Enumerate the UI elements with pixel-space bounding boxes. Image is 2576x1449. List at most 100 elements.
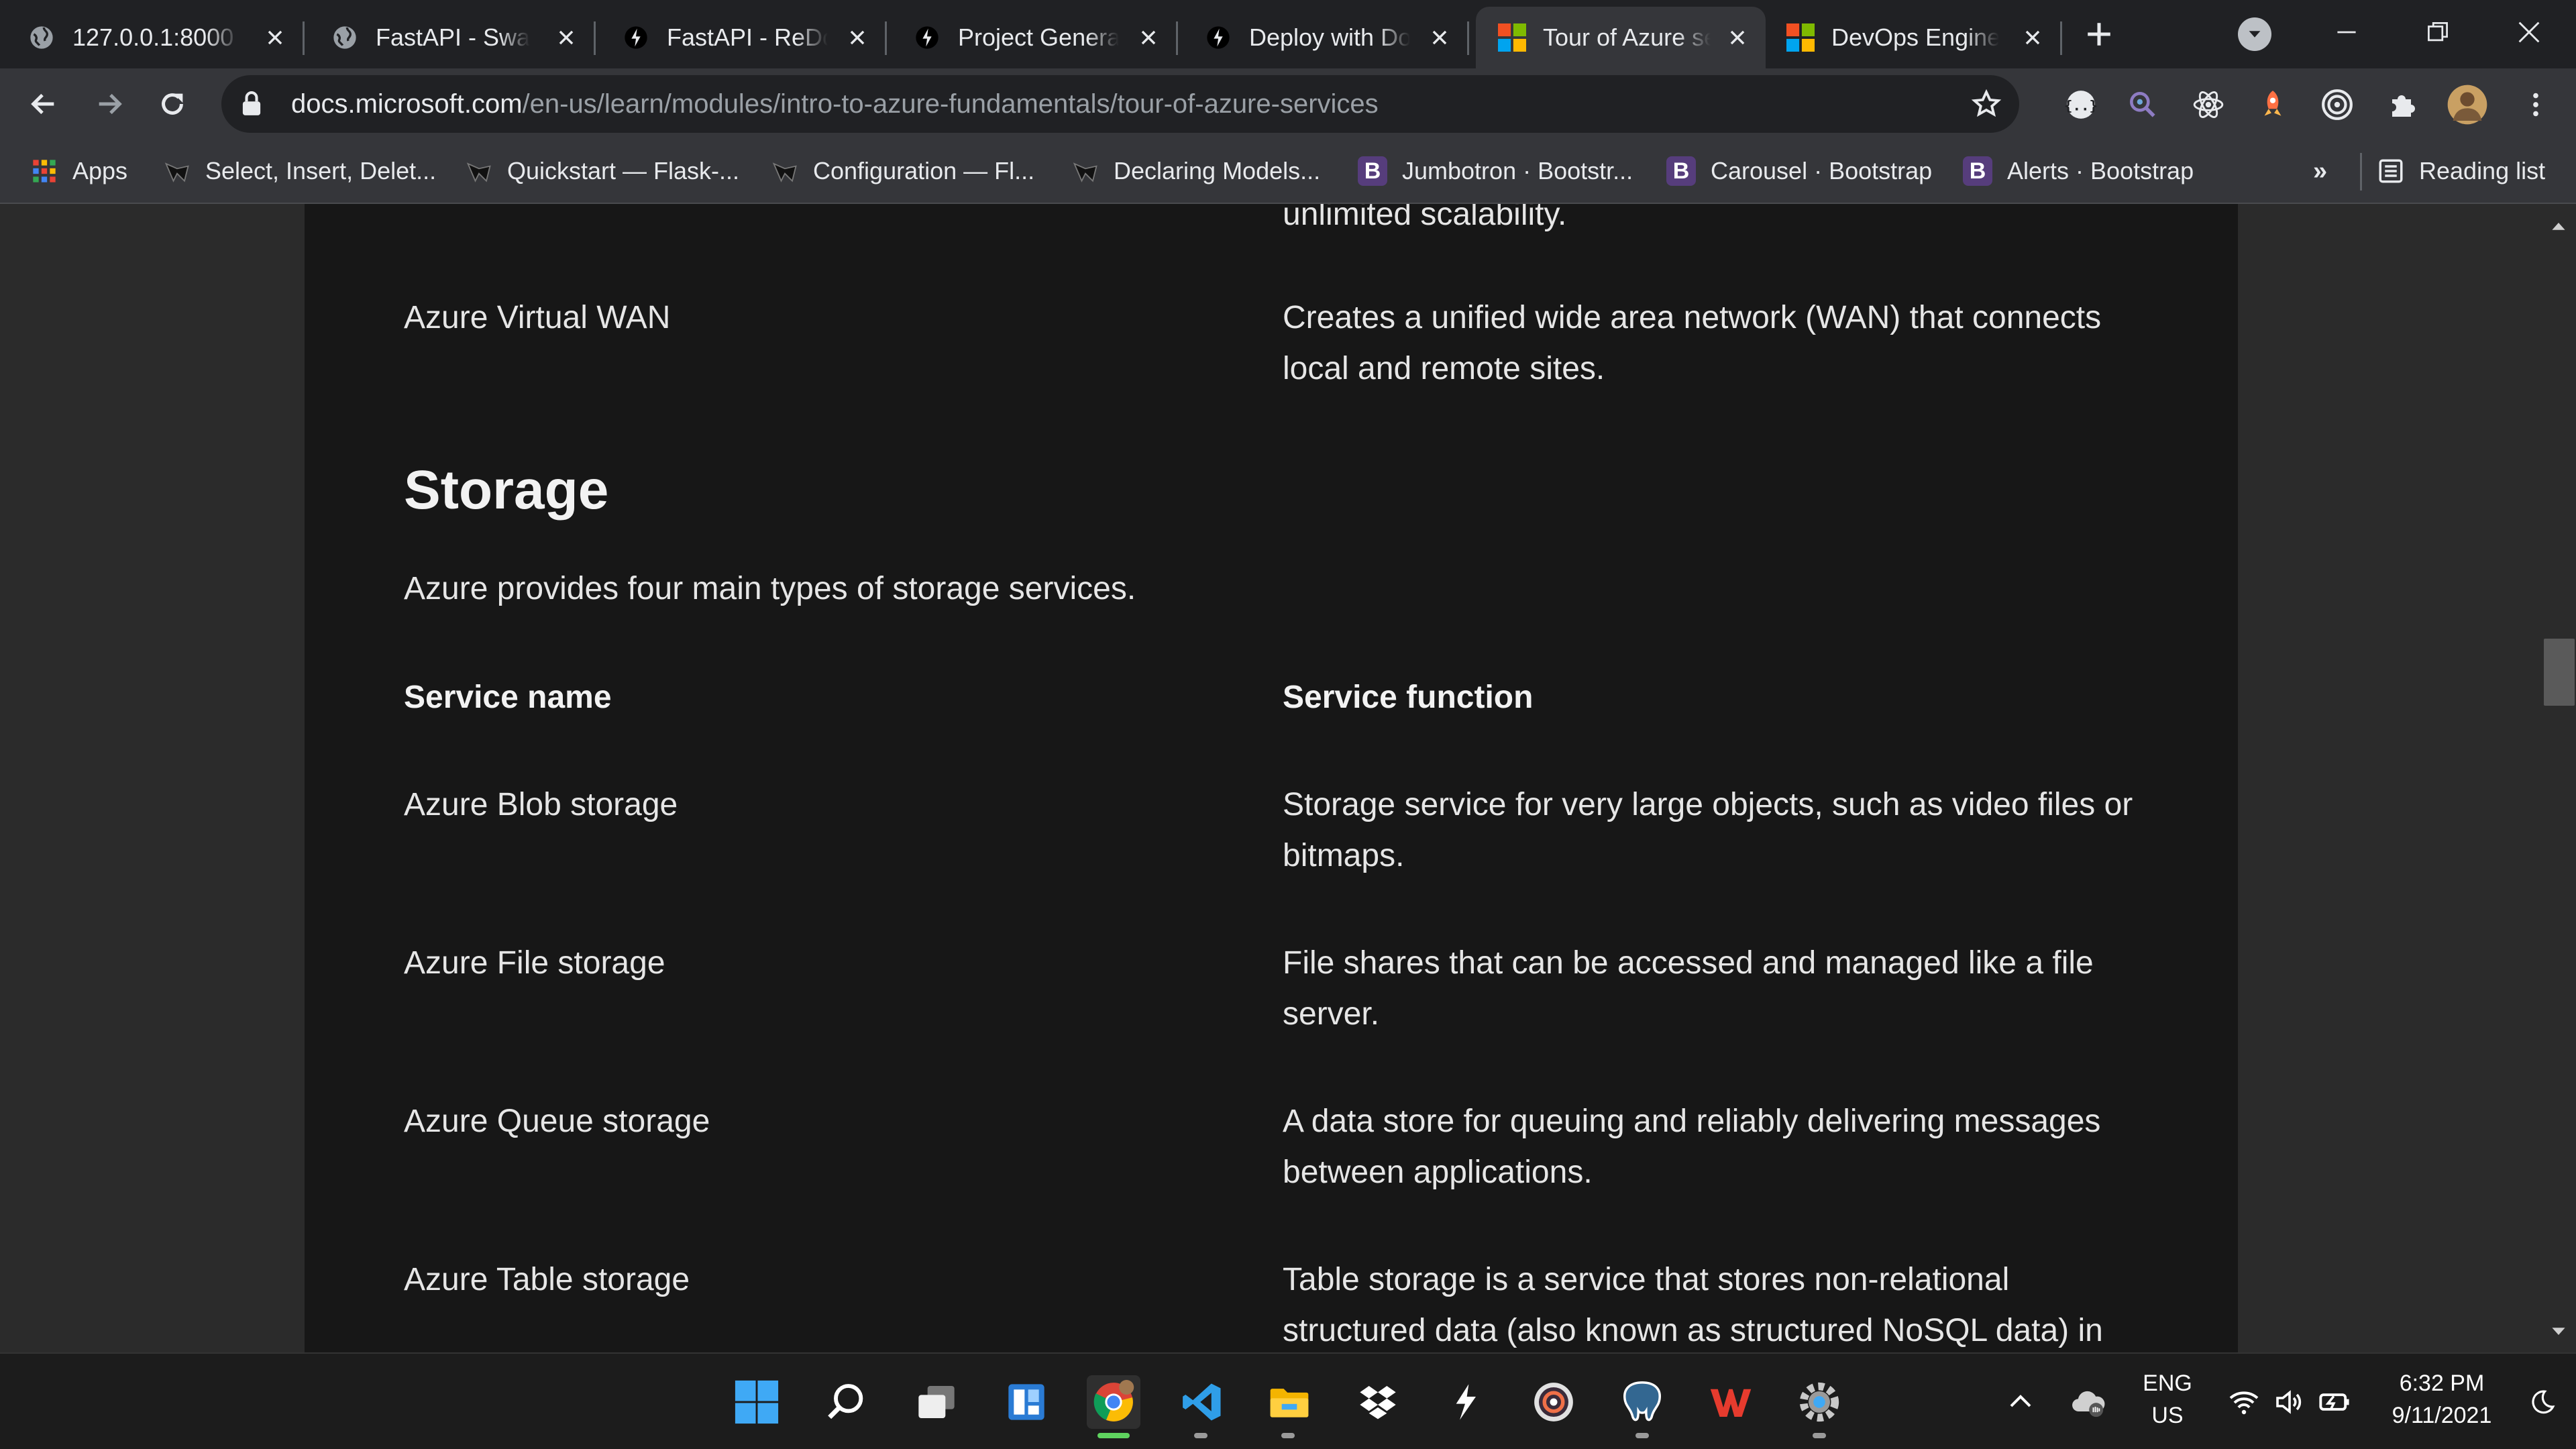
bookmarks-overflow-button[interactable]: » <box>2313 154 2327 188</box>
table-header-service-name: Service name <box>404 680 612 715</box>
bookmark-declaring-models[interactable]: Declaring Models... <box>1071 154 1320 188</box>
service-name: Azure File storage <box>404 945 665 981</box>
running-app-indicator <box>1813 1433 1826 1438</box>
forward-button[interactable] <box>89 83 130 125</box>
bookmark-select-insert[interactable]: Select, Insert, Delet... <box>162 154 436 188</box>
volume-icon[interactable] <box>2270 1375 2309 1429</box>
widgets-icon[interactable] <box>1000 1375 1053 1429</box>
bookmark-configuration[interactable]: Configuration — Fl... <box>770 154 1034 188</box>
minimize-button[interactable] <box>2326 12 2367 52</box>
close-tab-icon[interactable] <box>844 24 871 51</box>
vscode-icon[interactable] <box>1175 1375 1229 1429</box>
tab-project-generation[interactable]: Project Generation <box>885 7 1178 68</box>
bookmarks-bar: Apps Select, Insert, Delet... Quickstart… <box>0 140 2576 204</box>
service-function-cont: between applications. <box>1283 1155 1593 1190</box>
vertical-scrollbar[interactable] <box>2541 204 2576 1352</box>
tab-localhost[interactable]: 127.0.0.1:8000 <box>0 7 305 68</box>
extension-inspect-icon[interactable] <box>2124 86 2161 123</box>
extensions-puzzle-icon[interactable] <box>2384 86 2422 123</box>
language-code: ENG <box>2143 1371 2192 1396</box>
bookmark-apps[interactable]: Apps <box>30 154 127 188</box>
close-tab-icon[interactable] <box>262 24 288 51</box>
settings-icon[interactable] <box>1792 1375 1846 1429</box>
profile-avatar[interactable] <box>2446 83 2489 126</box>
back-button[interactable] <box>23 83 64 125</box>
bookmark-label: Carousel · Bootstrap <box>1711 157 1933 184</box>
windows-start-icon[interactable] <box>730 1375 784 1429</box>
bookmark-carousel[interactable]: B Carousel · Bootstrap <box>1666 154 1932 188</box>
file-explorer-icon[interactable] <box>1263 1375 1316 1429</box>
bookmark-label: Alerts · Bootstrap <box>2007 157 2194 184</box>
service-function-cont: structured data (also known as structure… <box>1283 1313 2103 1348</box>
postman-icon[interactable] <box>1438 1375 1492 1429</box>
tab-devops-engineer[interactable]: DevOps Engineer <box>1766 7 2062 68</box>
service-function: Storage service for very large objects, … <box>1283 787 2133 822</box>
dropbox-icon[interactable] <box>1351 1375 1405 1429</box>
service-name: Azure Virtual WAN <box>404 300 671 335</box>
running-app-indicator <box>1281 1433 1295 1438</box>
show-hidden-icons-chevron-icon[interactable] <box>2000 1375 2041 1429</box>
service-function-cont: server. <box>1283 996 1380 1032</box>
tab-redoc[interactable]: FastAPI - ReDoc <box>594 7 887 68</box>
reading-list-button[interactable]: Reading list <box>2376 154 2545 188</box>
bookmark-label: Quickstart — Flask-... <box>507 157 740 184</box>
scrollbar-thumb[interactable] <box>2544 639 2575 706</box>
service-function-cont: bitmaps. <box>1283 838 1405 873</box>
lock-icon[interactable] <box>241 89 266 119</box>
tab-search-button[interactable] <box>2238 17 2271 51</box>
restore-button[interactable] <box>2418 12 2458 52</box>
close-tab-icon[interactable] <box>553 24 580 51</box>
taskbar: ENG US 6:32 PM 9/11/2021 <box>0 1352 2576 1449</box>
running-app-indicator <box>1194 1433 1208 1438</box>
obs-icon[interactable] <box>1527 1375 1580 1429</box>
react-devtools-icon[interactable] <box>2190 86 2227 123</box>
tab-swagger[interactable]: FastAPI - Swagger UI <box>303 7 596 68</box>
bootstrap-icon: B <box>1358 156 1387 186</box>
bookmark-label: Jumbotron · Bootstr... <box>1402 157 1633 184</box>
extension-target-icon[interactable] <box>2318 86 2356 123</box>
microsoft-icon <box>1786 23 1815 52</box>
reading-list-label: Reading list <box>2419 157 2546 184</box>
scroll-down-arrow-icon[interactable] <box>2551 1323 2567 1339</box>
language-indicator[interactable]: ENG US <box>2137 1367 2198 1432</box>
extension-json-icon[interactable]: {..} <box>2062 86 2100 123</box>
wps-icon[interactable] <box>1704 1375 1758 1429</box>
bookmark-quickstart[interactable]: Quickstart — Flask-... <box>464 154 739 188</box>
tab-tour-of-azure[interactable]: Tour of Azure services <box>1476 7 1766 68</box>
tab-title: FastAPI - Swagger UI <box>376 23 530 51</box>
close-tab-icon[interactable] <box>1724 24 1751 51</box>
close-window-button[interactable] <box>2509 12 2549 52</box>
new-tab-button[interactable] <box>2082 17 2116 51</box>
battery-icon[interactable] <box>2316 1375 2355 1429</box>
bookmark-alerts[interactable]: B Alerts · Bootstrap <box>1963 154 2194 188</box>
extension-rocket-icon[interactable] <box>2254 86 2292 123</box>
bookmark-jumbotron[interactable]: B Jumbotron · Bootstr... <box>1358 154 1633 188</box>
chrome-icon[interactable] <box>1087 1375 1140 1429</box>
url-text[interactable]: docs.microsoft.com/en-us/learn/modules/i… <box>291 89 1379 119</box>
close-tab-icon[interactable] <box>1135 24 1162 51</box>
notification-moon-icon[interactable] <box>2522 1375 2563 1429</box>
reload-button[interactable] <box>152 83 193 125</box>
pgadmin-icon[interactable] <box>1615 1375 1669 1429</box>
active-app-indicator <box>1097 1433 1130 1438</box>
tab-title: Deploy with Docker <box>1249 23 1410 51</box>
tab-deploy-docker[interactable]: Deploy with Docker <box>1177 7 1469 68</box>
scroll-up-arrow-icon[interactable] <box>2551 219 2567 235</box>
search-icon[interactable] <box>820 1375 873 1429</box>
service-name: Azure Blob storage <box>404 787 678 822</box>
bookmark-star-icon[interactable] <box>1970 87 2003 121</box>
close-tab-icon[interactable] <box>2019 24 2046 51</box>
close-tab-icon[interactable] <box>1426 24 1453 51</box>
onedrive-icon[interactable] <box>2065 1375 2112 1429</box>
service-function: File shares that can be accessed and man… <box>1283 945 2094 981</box>
fastapi-icon <box>1203 23 1233 52</box>
task-view-icon[interactable] <box>910 1375 963 1429</box>
service-function: Table storage is a service that stores n… <box>1283 1262 2010 1297</box>
clock[interactable]: 6:32 PM 9/11/2021 <box>2368 1367 2516 1432</box>
section-intro: Azure provides four main types of storag… <box>404 571 1136 606</box>
browser-menu-icon[interactable] <box>2517 86 2555 123</box>
wifi-icon[interactable] <box>2224 1375 2263 1429</box>
address-bar[interactable]: docs.microsoft.com/en-us/learn/modules/i… <box>221 75 2019 133</box>
bookmark-label: Select, Insert, Delet... <box>205 157 437 184</box>
tab-title: FastAPI - ReDoc <box>667 23 828 51</box>
